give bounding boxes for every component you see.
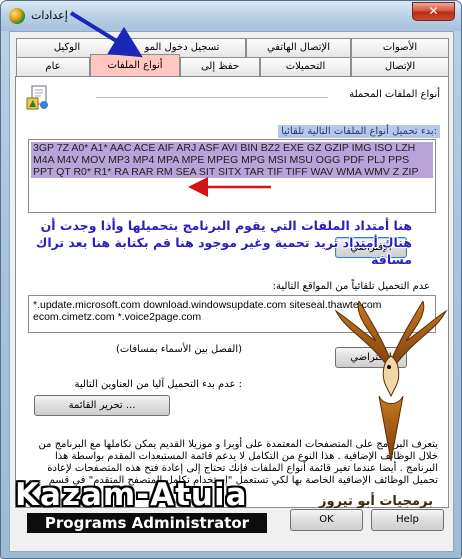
- tab-downloads[interactable]: التحميلات: [260, 57, 351, 76]
- tab-save-to[interactable]: حفظ إلى: [180, 57, 260, 76]
- tab-file-types[interactable]: أنواع الملفات: [90, 54, 180, 76]
- programs-admin-banner: Programs Administrator: [27, 513, 267, 533]
- tab-connection[interactable]: الإتصال: [351, 57, 449, 76]
- section-title: أنواع الملفات المحملة: [349, 89, 440, 100]
- separator-hint: (الفصل بين الأسماء بمسافات): [115, 344, 242, 355]
- ok-button[interactable]: OK: [290, 509, 363, 531]
- annotation-note: هنا أمتداد الملفات التي يقوم البرنامج بت…: [35, 218, 412, 267]
- kazam-logo: Kazam-Atuia: [15, 477, 248, 513]
- tab-sounds[interactable]: الأصوات: [351, 38, 449, 57]
- sites-label: عدم التحميل تلقائياً من المواقع التالية:: [272, 281, 430, 292]
- app-icon: [9, 8, 25, 24]
- signature: برمجيات أبو تيروز: [318, 494, 434, 509]
- title-bar[interactable]: إعدادات ✕: [1, 1, 461, 31]
- extensions-textbox[interactable]: 3GP 7Z A0* A1* AAC ACE AIF ARJ ASF AVI B…: [28, 139, 436, 213]
- window-title: إعدادات: [31, 9, 68, 22]
- section-separator: [96, 97, 328, 98]
- auto-download-label: بدء تحميل أنواع الملفات التالية تلقائيا:: [278, 125, 440, 138]
- tab-dialup[interactable]: الإتصال الهاتفي: [246, 38, 351, 57]
- settings-window: إعدادات ✕ الأصوات الإتصال الهاتفي تسجيل …: [0, 0, 462, 559]
- edit-list-button[interactable]: تحرير القائمة ...: [34, 395, 170, 416]
- help-button[interactable]: Help: [371, 509, 444, 531]
- close-button[interactable]: ✕: [412, 2, 455, 21]
- document-settings-icon: [26, 85, 48, 110]
- extensions-list[interactable]: 3GP 7Z A0* A1* AAC ACE AIF ARJ ASF AVI B…: [31, 142, 433, 178]
- no-start-label: : عدم بدء التحميل آليا من العناوين التال…: [74, 379, 242, 390]
- eagle-emblem-icon: [334, 301, 448, 462]
- tab-general[interactable]: عام: [16, 57, 90, 76]
